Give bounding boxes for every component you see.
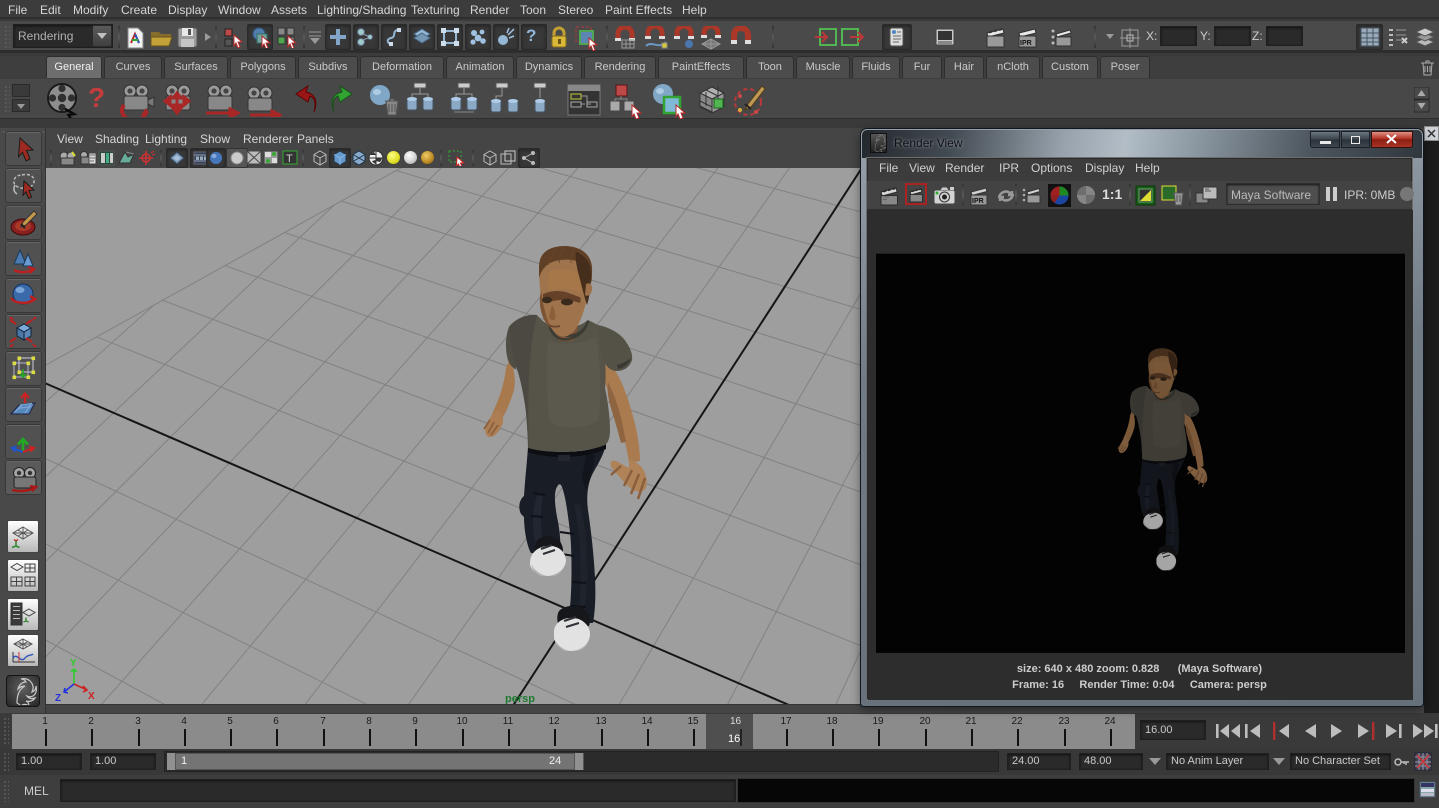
svg-text:IPR: IPR: [1020, 40, 1032, 47]
svg-text:Y: Y: [70, 658, 77, 669]
svg-text:T: T: [286, 153, 293, 165]
svg-text:X: X: [88, 691, 95, 702]
svg-text:IPR: IPR: [972, 198, 984, 205]
svg-text:persp: persp: [505, 693, 535, 704]
svg-text:Z: Z: [55, 693, 61, 704]
